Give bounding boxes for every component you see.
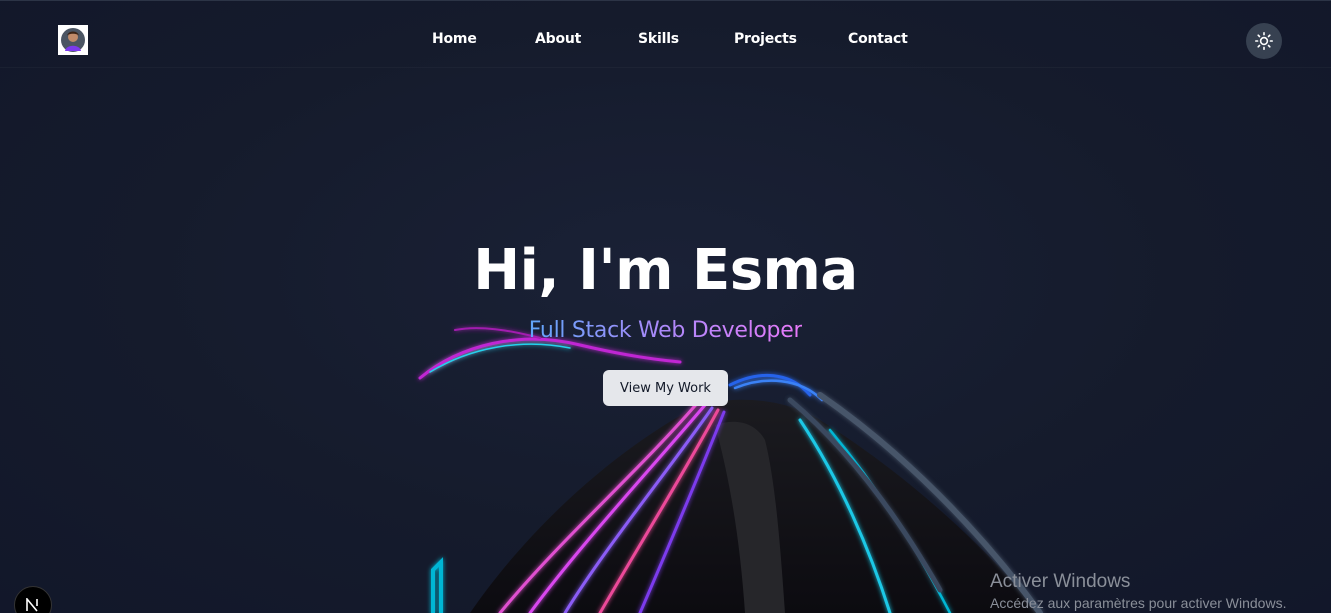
neon-strand-blue-2: [733, 379, 824, 402]
windows-activation-title: Activer Windows: [990, 571, 1131, 592]
neon-cyan-bar: [431, 557, 443, 613]
navbar: Home About Skills Projects Contact: [0, 1, 1331, 68]
nav-link-about[interactable]: About: [535, 31, 581, 47]
hero-subtitle-text: Full Stack Web Developer: [528, 318, 803, 343]
nav-link-projects[interactable]: Projects: [734, 31, 797, 47]
nextjs-n-icon: [26, 598, 38, 612]
nav-links: Home About Skills Projects Contact: [0, 31, 1331, 51]
theme-toggle-button[interactable]: [1246, 23, 1282, 59]
windows-activation-subtitle: Accédez aux paramètres pour activer Wind…: [990, 595, 1287, 611]
hero-3d-scene: [418, 327, 1043, 613]
hero-subtitle: Full Stack Web Developer: [0, 316, 1331, 346]
sun-icon: [1255, 32, 1273, 50]
hero-title: Hi, I'm Esma: [473, 238, 858, 303]
page: Home About Skills Projects Contact Hi, I…: [0, 0, 1331, 613]
nav-link-contact[interactable]: Contact: [848, 31, 908, 47]
nav-link-home[interactable]: Home: [432, 31, 477, 47]
nav-link-skills[interactable]: Skills: [638, 31, 679, 47]
view-my-work-button[interactable]: View My Work: [603, 370, 728, 406]
